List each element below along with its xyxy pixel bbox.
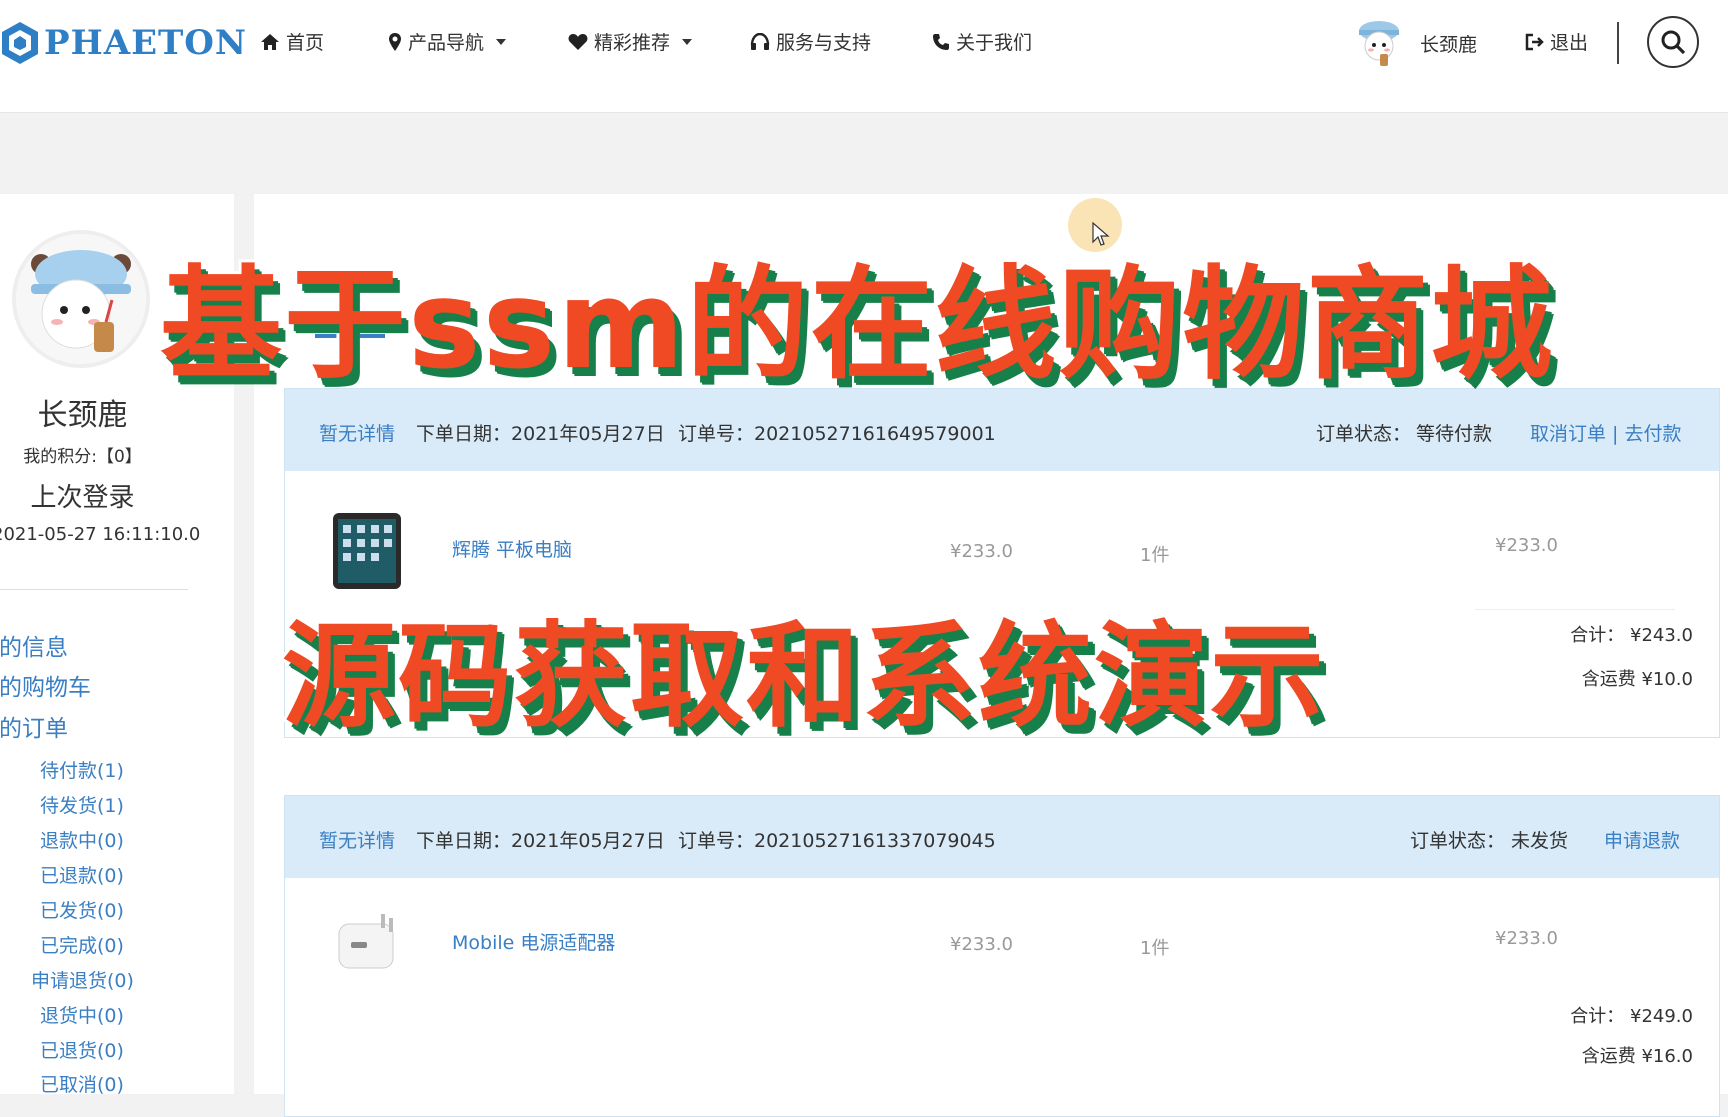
nav-home-label: 首页 xyxy=(286,32,325,54)
user-avatar-small[interactable] xyxy=(1350,14,1408,72)
order-actions[interactable]: 取消订单 | 去付款 xyxy=(1530,419,1681,446)
map-pin-icon xyxy=(389,32,401,51)
nav-service-label: 服务与支持 xyxy=(776,32,872,54)
product-name[interactable]: Mobile 电源适配器 xyxy=(452,928,615,955)
nav-recommend[interactable]: 精彩推荐 xyxy=(568,28,693,55)
filter-pending-shipment[interactable]: 待发货(1) xyxy=(40,791,124,818)
order-actions[interactable]: 申请退款 xyxy=(1604,826,1680,853)
chevron-down-icon xyxy=(496,38,507,45)
nav-about[interactable]: 关于我们 xyxy=(932,28,1032,55)
search-icon xyxy=(1661,30,1686,55)
heart-icon xyxy=(568,33,588,50)
power-adapter-product-image[interactable] xyxy=(331,904,403,984)
order-status: 未发货 xyxy=(1511,830,1569,852)
logo-mark-icon xyxy=(2,22,38,64)
last-login-time: 2021-05-27 16:11:10.0 xyxy=(0,524,201,545)
nav-home[interactable]: 首页 xyxy=(260,28,324,55)
filter-pending-payment[interactable]: 待付款(1) xyxy=(40,756,124,783)
order-header: 暂无详情 下单日期：2021年05月27日 订单号：20210527161337… xyxy=(285,796,1719,878)
order-shipping: 含运费 ¥16.0 xyxy=(1581,1046,1693,1067)
filter-returning[interactable]: 退货中(0) xyxy=(40,1001,124,1028)
order-detail-link[interactable]: 暂无详情 xyxy=(319,419,395,446)
nav-products-label: 产品导航 xyxy=(408,32,485,54)
filter-shipped[interactable]: 已发货(0) xyxy=(40,896,124,923)
product-price: ¥233.0 xyxy=(950,934,1013,955)
nav-products[interactable]: 产品导航 xyxy=(388,28,507,55)
tablet-product-image[interactable] xyxy=(331,511,403,591)
home-icon xyxy=(261,33,279,50)
user-avatar[interactable] xyxy=(12,230,150,368)
sidebar-item-my-orders[interactable]: 我的订单 xyxy=(0,709,68,743)
order-shipping: 含运费 ¥10.0 xyxy=(1581,669,1693,690)
product-name[interactable]: 辉腾 平板电脑 xyxy=(452,535,572,562)
row-divider xyxy=(1475,609,1675,610)
filter-completed[interactable]: 已完成(0) xyxy=(40,931,124,958)
order-sum: 合计： ¥243.0 xyxy=(1570,625,1693,646)
logout-label: 退出 xyxy=(1550,32,1589,54)
order-date: 下单日期：2021年05月27日 xyxy=(416,423,665,445)
sidebar-divider xyxy=(0,589,188,590)
brand-logo[interactable]: PHAETON xyxy=(0,18,247,68)
order-number: 订单号：20210527161649579001 xyxy=(678,423,996,445)
top-username[interactable]: 长颈鹿 xyxy=(1420,30,1477,57)
search-button[interactable] xyxy=(1647,16,1699,68)
overlay-title-line1: 基于ssm的在线购物商城 xyxy=(157,251,1555,399)
product-qty: 1件 xyxy=(1140,938,1170,959)
order-status: 等待付款 xyxy=(1416,423,1493,445)
order-card: 暂无详情 下单日期：2021年05月27日 订单号：20210527161337… xyxy=(284,795,1720,1117)
order-number: 订单号：20210527161337079045 xyxy=(678,830,996,852)
order-status-label: 订单状态： xyxy=(1410,830,1506,852)
bear-avatar-icon xyxy=(1359,21,1399,66)
points-label: 我的积分:【0】 xyxy=(23,447,142,467)
order-item-row: Mobile 电源适配器 ¥233.0 1件 ¥233.0 xyxy=(285,878,1719,1018)
product-qty: 1件 xyxy=(1140,545,1170,566)
filter-refunded[interactable]: 已退款(0) xyxy=(40,861,124,888)
sidebar-item-my-cart[interactable]: 我的购物车 xyxy=(0,668,91,702)
logout-icon xyxy=(1525,33,1544,50)
filter-returned[interactable]: 已退货(0) xyxy=(40,1036,124,1063)
logout-link[interactable]: 退出 xyxy=(1525,28,1588,55)
bear-avatar-icon xyxy=(16,234,146,364)
order-detail-link[interactable]: 暂无详情 xyxy=(319,826,395,853)
product-total: ¥233.0 xyxy=(1495,535,1558,556)
sidebar-item-my-info[interactable]: 我的信息 xyxy=(0,628,68,662)
nav-divider xyxy=(1617,22,1619,64)
nav-service[interactable]: 服务与支持 xyxy=(750,28,871,55)
last-login-label: 上次登录 xyxy=(30,483,135,513)
product-total: ¥233.0 xyxy=(1495,928,1558,949)
order-sum: 合计： ¥249.0 xyxy=(1570,1006,1693,1027)
order-status-label: 订单状态： xyxy=(1316,423,1412,445)
top-navbar: PHAETON 首页 产品导航 精彩推荐 服务与支持 关于我们 长颈鹿 退出 xyxy=(0,0,1728,113)
sidebar-username: 长颈鹿 xyxy=(37,398,128,433)
chevron-down-icon xyxy=(682,38,693,45)
nav-about-label: 关于我们 xyxy=(956,32,1033,54)
nav-recommend-label: 精彩推荐 xyxy=(594,32,671,54)
filter-return-requested[interactable]: 申请退货(0) xyxy=(31,966,134,993)
overlay-title-line2: 源码获取和系统演示 xyxy=(279,607,1327,746)
product-price: ¥233.0 xyxy=(950,541,1013,562)
order-date: 下单日期：2021年05月27日 xyxy=(416,830,665,852)
phone-icon xyxy=(933,33,949,50)
brand-name: PHAETON xyxy=(44,23,247,63)
headphones-icon xyxy=(750,32,770,50)
filter-cancelled[interactable]: 已取消(0) xyxy=(40,1070,124,1097)
filter-refunding[interactable]: 退款中(0) xyxy=(40,826,124,853)
